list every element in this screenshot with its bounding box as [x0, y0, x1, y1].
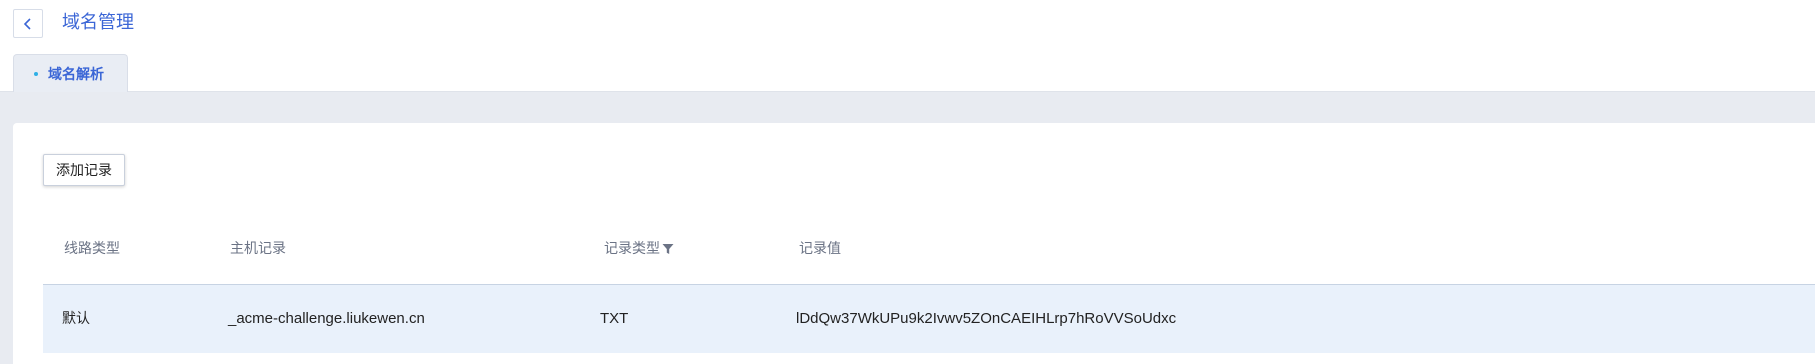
tab-dns-resolution[interactable]: 域名解析: [13, 54, 128, 92]
cell-record-type: TXT: [600, 310, 629, 327]
top-bar: 域名管理 域名解析: [0, 0, 1815, 92]
column-header-value: 记录值: [799, 241, 841, 257]
page-title: 域名管理: [62, 12, 134, 33]
cell-host: _acme-challenge.liukewen.cn: [228, 310, 425, 327]
add-record-button[interactable]: 添加记录: [43, 154, 125, 186]
cell-line-type: 默认: [62, 311, 90, 327]
column-header-record-type: 记录类型: [604, 213, 674, 285]
table-row[interactable]: 默认 _acme-challenge.liukewen.cn TXT lDdQw…: [43, 285, 1815, 353]
column-header-record-type-label: 记录类型: [604, 241, 660, 257]
back-button[interactable]: [13, 9, 43, 38]
column-header-host: 主机记录: [230, 241, 286, 257]
table-header: 线路类型 主机记录 记录类型 记录值: [43, 213, 1815, 285]
filter-icon[interactable]: [662, 243, 674, 255]
column-header-line-type: 线路类型: [64, 241, 120, 257]
records-card: 添加记录 线路类型 主机记录 记录类型 记录值 默认 _acme-challen…: [13, 123, 1815, 364]
cell-value: lDdQw37WkUPu9k2Ivwv5ZOnCAEIHLrp7hRoVVSoU…: [796, 310, 1177, 327]
records-table: 线路类型 主机记录 记录类型 记录值 默认 _acme-challenge.li…: [43, 213, 1815, 353]
chevron-left-icon: [23, 17, 31, 30]
tab-label: 域名解析: [48, 66, 104, 83]
tab-active-dot: [34, 71, 38, 76]
